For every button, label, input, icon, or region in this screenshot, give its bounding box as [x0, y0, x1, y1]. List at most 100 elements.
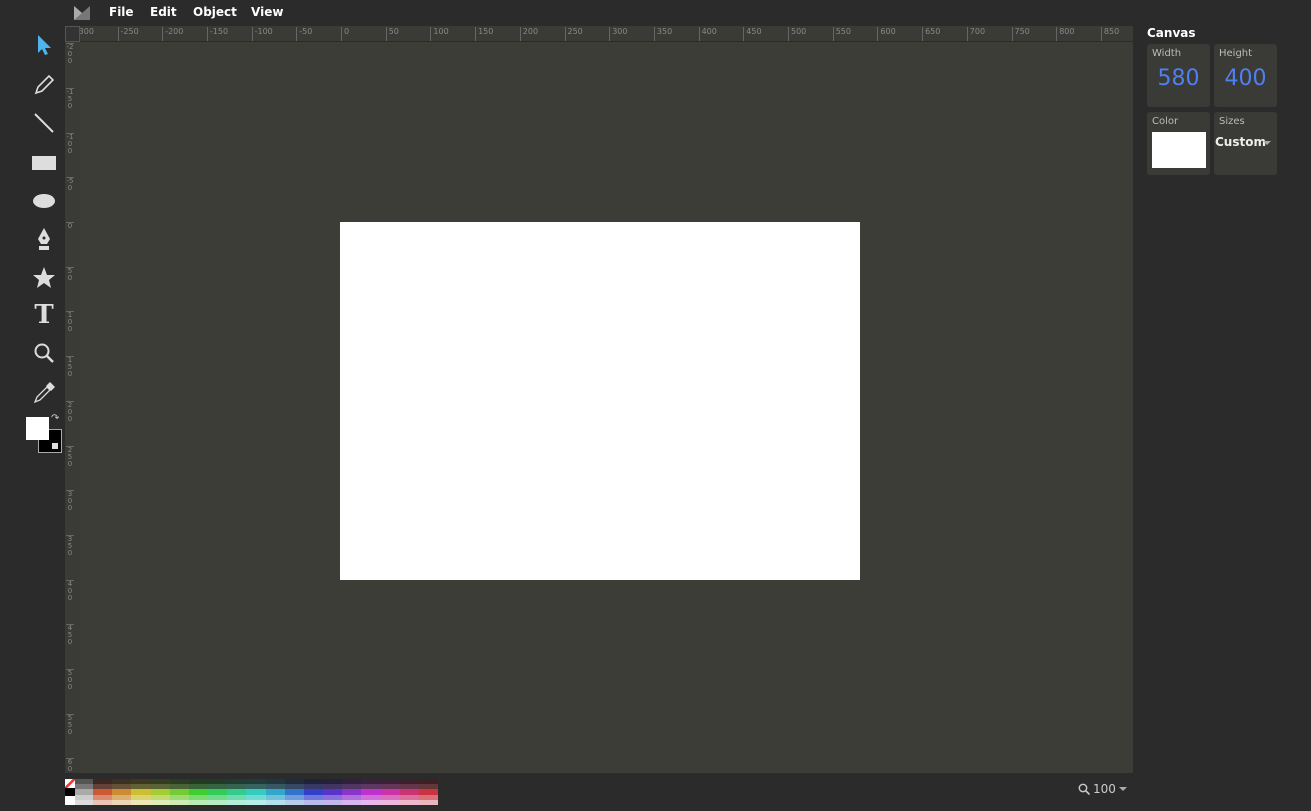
- ruler-label: 0: [341, 27, 349, 41]
- ruler-label: -200: [162, 27, 183, 41]
- properties-panel: Canvas Width 580 Height 400 Color Sizes …: [1133, 26, 1311, 786]
- palette-swatch[interactable]: [246, 799, 266, 806]
- palette-swatch[interactable]: [93, 799, 113, 806]
- ruler-corner: [65, 26, 80, 42]
- pen-tool[interactable]: [29, 224, 59, 254]
- ruler-label: -50: [296, 27, 312, 41]
- ruler-label: 500: [788, 27, 806, 41]
- color-label: Color: [1152, 116, 1179, 127]
- ruler-label: 450: [743, 27, 762, 41]
- ruler-label: 250: [66, 445, 74, 468]
- zoom-control[interactable]: 100: [1078, 782, 1127, 796]
- text-tool[interactable]: T: [29, 300, 59, 330]
- palette-swatch[interactable]: [65, 787, 75, 797]
- palette-swatch[interactable]: [169, 799, 189, 806]
- rectangle-tool[interactable]: [29, 148, 59, 178]
- ellipse-icon: [33, 194, 55, 208]
- ruler-label: 850: [1100, 27, 1119, 41]
- palette-swatch[interactable]: [323, 799, 343, 806]
- select-icon: [38, 35, 51, 55]
- palette-swatch[interactable]: [150, 799, 170, 806]
- ruler-label: 350: [66, 534, 74, 557]
- ruler-label: 50: [66, 266, 74, 282]
- height-label: Height: [1219, 48, 1253, 59]
- ruler-label: 200: [519, 27, 538, 41]
- line-tool[interactable]: [29, 108, 59, 138]
- ruler-label: -150: [66, 87, 74, 110]
- canvas-color-field[interactable]: Color: [1147, 112, 1210, 175]
- ruler-label: 650: [922, 27, 940, 41]
- palette-swatch[interactable]: [188, 799, 209, 806]
- ruler-label: 550: [832, 27, 851, 41]
- ruler-label: 300: [609, 27, 627, 41]
- palette-swatch[interactable]: [399, 799, 419, 806]
- palette-swatch[interactable]: [342, 799, 362, 806]
- horizontal-ruler: -300 -250 -200 -150 -100 -50 0 50 100 150 200 250 30…: [65, 26, 1133, 42]
- ruler-label: 450: [66, 624, 74, 647]
- ruler-label: 700: [966, 27, 985, 41]
- palette-swatch[interactable]: [227, 799, 247, 806]
- palette-swatch[interactable]: [303, 799, 324, 806]
- canvas-width-field[interactable]: Width 580: [1147, 44, 1210, 107]
- panel-title: Canvas: [1147, 26, 1196, 40]
- menu-bar: File Edit Object View: [0, 0, 1311, 26]
- ellipse-tool[interactable]: [29, 186, 59, 216]
- ruler-label: 200: [66, 400, 74, 423]
- canvas-sizes-select[interactable]: Sizes Custom: [1214, 112, 1277, 175]
- ruler-label: -200: [66, 43, 74, 66]
- pen-icon: [38, 228, 50, 250]
- palette-swatch[interactable]: [131, 799, 151, 806]
- pencil-icon: [34, 74, 55, 95]
- ruler-label: 400: [66, 579, 74, 602]
- ruler-label: 300: [66, 490, 74, 513]
- pencil-tool[interactable]: [29, 70, 59, 100]
- chevron-down-icon: [1263, 141, 1271, 145]
- chevron-down-icon: [1118, 787, 1127, 791]
- ruler-label: 550: [66, 713, 74, 736]
- palette-swatch[interactable]: [265, 799, 285, 806]
- ruler-label: 600: [66, 758, 74, 773]
- menu-edit[interactable]: Edit: [150, 5, 177, 19]
- ruler-label: 800: [1056, 27, 1074, 41]
- ruler-label: 50: [385, 27, 399, 41]
- height-value[interactable]: 400: [1214, 66, 1277, 91]
- ruler-label: 250: [564, 27, 583, 41]
- star-tool[interactable]: [29, 263, 59, 293]
- palette-swatch[interactable]: [112, 799, 132, 806]
- ruler-label: 100: [430, 27, 449, 41]
- zoom-tool[interactable]: [29, 338, 59, 368]
- zoom-icon: [34, 343, 54, 363]
- menu-view[interactable]: View: [251, 5, 283, 19]
- ruler-label: 750: [1011, 27, 1030, 41]
- palette-swatch[interactable]: [418, 799, 439, 806]
- ruler-label: 600: [877, 27, 896, 41]
- palette-swatch[interactable]: [284, 799, 304, 806]
- width-value[interactable]: 580: [1147, 66, 1210, 91]
- palette-swatch[interactable]: [75, 799, 93, 806]
- fill-color-swatch[interactable]: [26, 417, 49, 440]
- ruler-label: -100: [251, 27, 273, 41]
- ruler-label: -50: [66, 177, 74, 193]
- palette-swatch[interactable]: [380, 799, 400, 806]
- vertical-ruler: -200 -150 -100 -50 0 50 100 150 200 250 300 350 400 4…: [65, 42, 80, 773]
- canvas-color-swatch[interactable]: [1152, 132, 1206, 168]
- ruler-label: 400: [698, 27, 717, 41]
- eyedropper-tool[interactable]: [29, 378, 59, 408]
- no-color-swatch[interactable]: [65, 779, 75, 788]
- ruler-label: 500: [66, 669, 74, 691]
- color-palette[interactable]: [65, 779, 439, 806]
- menu-file[interactable]: File: [109, 5, 134, 19]
- menu-object[interactable]: Object: [193, 5, 237, 19]
- select-tool[interactable]: [29, 30, 59, 60]
- swap-colors-icon[interactable]: ↷: [51, 413, 59, 424]
- drawing-canvas[interactable]: [340, 222, 860, 580]
- width-label: Width: [1152, 48, 1182, 59]
- ruler-label: 0: [66, 222, 74, 230]
- palette-swatch[interactable]: [65, 796, 75, 806]
- palette-swatch[interactable]: [208, 799, 228, 806]
- ruler-label: 100: [66, 311, 74, 334]
- canvas-height-field[interactable]: Height 400: [1214, 44, 1277, 107]
- palette-swatch[interactable]: [361, 799, 381, 806]
- rectangle-icon: [32, 156, 56, 170]
- ruler-label: -250: [117, 27, 139, 41]
